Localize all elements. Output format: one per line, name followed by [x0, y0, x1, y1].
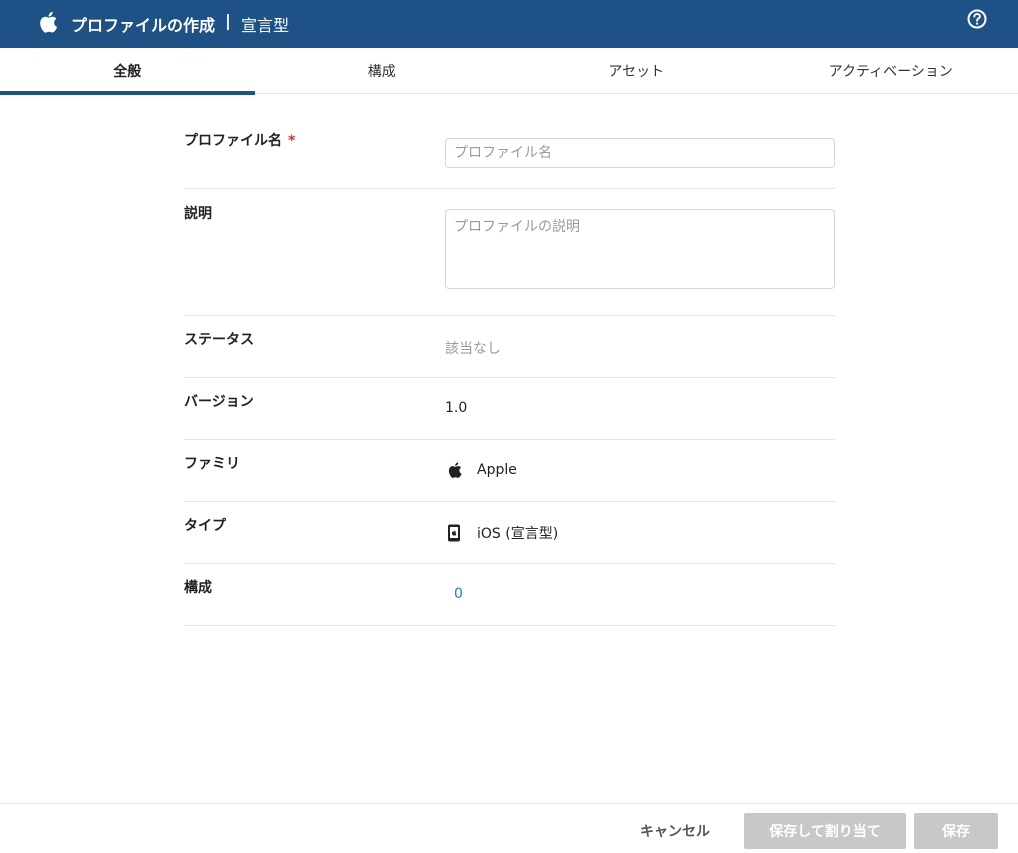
family-value: Apple: [477, 462, 517, 478]
status-row: ステータス 該当なし: [184, 316, 835, 378]
app-header: プロファイルの作成 | 宣言型: [0, 0, 1018, 48]
tab-activation[interactable]: アクティベーション: [764, 48, 1018, 94]
save-and-assign-button[interactable]: 保存して割り当て: [744, 813, 906, 849]
help-circle-icon[interactable]: [966, 8, 988, 30]
type-label: タイプ: [184, 518, 226, 534]
family-label: ファミリ: [184, 456, 240, 472]
page-title: プロファイルの作成: [71, 16, 216, 35]
description-row: 説明: [184, 189, 835, 316]
required-mark: *: [288, 133, 296, 149]
family-row: ファミリ Apple: [184, 440, 835, 502]
version-label: バージョン: [184, 394, 254, 410]
type-row: タイプ iOS (宣言型): [184, 502, 835, 564]
ios-device-icon: [448, 524, 460, 542]
cancel-button[interactable]: キャンセル: [625, 813, 725, 849]
version-value: 1.0: [445, 400, 468, 416]
profile-name-input[interactable]: [445, 138, 835, 168]
tab-configuration[interactable]: 構成: [255, 48, 510, 94]
description-textarea[interactable]: [445, 209, 835, 289]
status-value: 該当なし: [445, 341, 501, 357]
save-button[interactable]: 保存: [914, 813, 998, 849]
page-subtitle: 宣言型: [241, 16, 290, 35]
configuration-row: 構成 0: [184, 564, 835, 626]
tab-bar: 全般 構成 アセット アクティベーション: [0, 48, 1018, 95]
configuration-count-link[interactable]: 0: [454, 586, 463, 602]
version-row: バージョン 1.0: [184, 378, 835, 440]
type-value: iOS (宣言型): [477, 526, 559, 542]
configuration-label: 構成: [184, 580, 212, 596]
description-label: 説明: [184, 206, 212, 222]
footer-bar: キャンセル 保存して割り当て 保存: [0, 803, 1018, 853]
title-separator: |: [225, 11, 231, 30]
apple-icon: [448, 462, 462, 478]
status-label: ステータス: [184, 332, 254, 348]
tab-general[interactable]: 全般: [0, 48, 255, 95]
profile-name-row: プロファイル名 *: [184, 118, 835, 189]
apple-icon: [40, 11, 58, 33]
profile-name-label: プロファイル名: [184, 133, 282, 149]
general-form: プロファイル名 * 説明 ステータス 該当なし バージョン 1.0 ファミリ Ap…: [184, 118, 835, 626]
tab-assets[interactable]: アセット: [509, 48, 764, 94]
